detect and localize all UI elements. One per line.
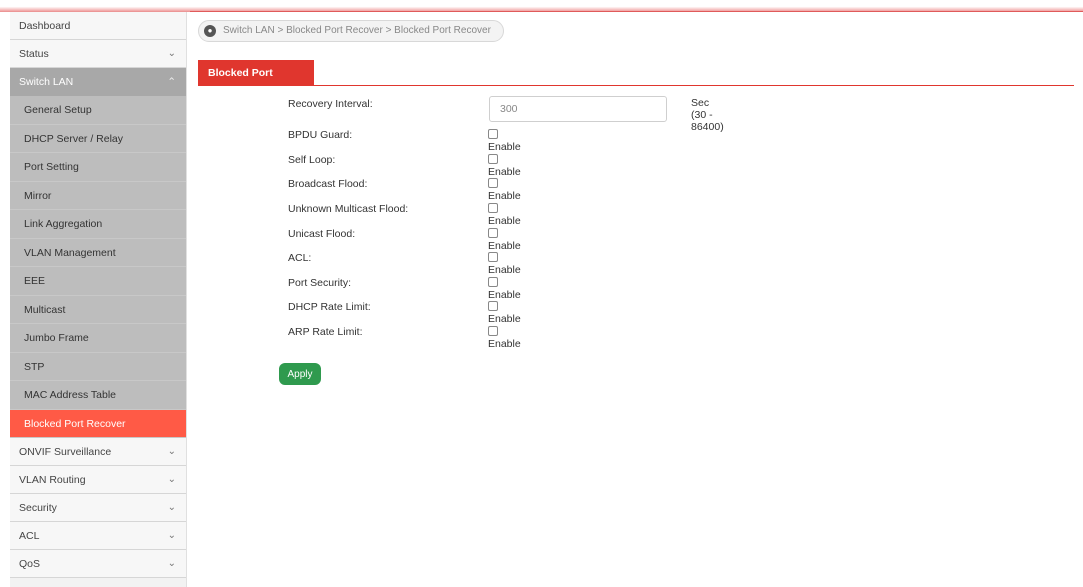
breadcrumb-text: Switch LAN > Blocked Port Recover > Bloc…: [223, 25, 491, 36]
self-loop-label: Self Loop:: [288, 154, 336, 166]
checkbox-icon: [488, 301, 498, 311]
sidebar-item-label: Dashboard: [19, 20, 71, 32]
unknown-multicast-flood-label: Unknown Multicast Flood:: [288, 203, 409, 215]
chevron-down-icon: ⌄: [167, 446, 176, 457]
sidebar-item-label: Security: [19, 502, 57, 514]
sidebar-item-dashboard[interactable]: Dashboard: [10, 12, 186, 40]
checkbox-label: Enable: [488, 289, 521, 301]
recovery-interval-input[interactable]: [489, 96, 667, 122]
dhcp-rate-limit-enable-checkbox[interactable]: Enable: [488, 301, 521, 325]
sidebar: Dashboard Status ⌄ Switch LAN ⌃ General …: [10, 12, 187, 587]
sidebar-item-label: ONVIF Surveillance: [19, 446, 112, 458]
location-pin-icon: ●: [204, 25, 216, 37]
sidebar-item-mirror[interactable]: Mirror: [10, 181, 186, 210]
unicast-flood-enable-checkbox[interactable]: Enable: [488, 228, 521, 252]
sidebar-item-jumbo-frame[interactable]: Jumbo Frame: [10, 324, 186, 353]
chevron-down-icon: ⌄: [167, 530, 176, 541]
checkbox-icon: [488, 277, 498, 287]
sidebar-item-stp[interactable]: STP: [10, 352, 186, 381]
checkbox-icon: [488, 154, 498, 164]
checkbox-icon: [488, 129, 498, 139]
broadcast-flood-label: Broadcast Flood:: [288, 178, 368, 190]
sidebar-item-blocked-port-recover[interactable]: Blocked Port Recover: [10, 409, 186, 438]
chevron-down-icon: ⌄: [167, 474, 176, 485]
acl-enable-checkbox[interactable]: Enable: [488, 252, 521, 276]
sidebar-item-link-aggregation[interactable]: Link Aggregation: [10, 210, 186, 239]
arp-rate-limit-label: ARP Rate Limit:: [288, 326, 363, 338]
port-security-label: Port Security:: [288, 277, 352, 289]
self-loop-enable-checkbox[interactable]: Enable: [488, 154, 521, 178]
sidebar-item-label: Switch LAN: [19, 76, 74, 88]
unknown-multicast-flood-enable-checkbox[interactable]: Enable: [488, 203, 521, 227]
checkbox-label: Enable: [488, 240, 521, 252]
top-accent-line: [0, 0, 1083, 12]
dhcp-rate-limit-label: DHCP Rate Limit:: [288, 301, 371, 313]
bpdu-guard-label: BPDU Guard:: [288, 129, 353, 141]
sidebar-item-general-setup[interactable]: General Setup: [10, 96, 186, 125]
apply-button[interactable]: Apply: [279, 363, 321, 385]
unicast-flood-label: Unicast Flood:: [288, 228, 356, 240]
arp-rate-limit-enable-checkbox[interactable]: Enable: [488, 326, 521, 350]
checkbox-icon: [488, 228, 498, 238]
checkbox-label: Enable: [488, 141, 521, 153]
sidebar-item-dhcp-server-relay[interactable]: DHCP Server / Relay: [10, 124, 186, 153]
sidebar-item-label: QoS: [19, 558, 41, 570]
checkbox-label: Enable: [488, 190, 521, 202]
checkbox-label: Enable: [488, 338, 521, 350]
recovery-interval-label: Recovery Interval:: [288, 98, 373, 110]
sidebar-item-vlan-routing[interactable]: VLAN Routing ⌄: [10, 466, 186, 494]
checkbox-icon: [488, 252, 498, 262]
chevron-down-icon: ⌄: [167, 558, 176, 569]
checkbox-label: Enable: [488, 313, 521, 325]
checkbox-icon: [488, 203, 498, 213]
recovery-interval-range: Sec (30 - 86400): [691, 97, 724, 133]
sidebar-item-eee[interactable]: EEE: [10, 267, 186, 296]
checkbox-label: Enable: [488, 264, 521, 276]
checkbox-label: Enable: [488, 166, 521, 178]
sidebar-item-vlan-management[interactable]: VLAN Management: [10, 238, 186, 267]
chevron-down-icon: ⌄: [167, 502, 176, 513]
sidebar-item-port-setting[interactable]: Port Setting: [10, 153, 186, 182]
broadcast-flood-enable-checkbox[interactable]: Enable: [488, 178, 521, 202]
sidebar-item-security[interactable]: Security ⌄: [10, 494, 186, 522]
checkbox-label: Enable: [488, 215, 521, 227]
bpdu-guard-enable-checkbox[interactable]: Enable: [488, 129, 521, 153]
sidebar-item-mac-address-table[interactable]: MAC Address Table: [10, 381, 186, 410]
port-security-enable-checkbox[interactable]: Enable: [488, 277, 521, 301]
chevron-up-icon: ⌃: [167, 76, 176, 88]
sidebar-item-acl[interactable]: ACL ⌄: [10, 522, 186, 550]
sidebar-item-label: Status: [19, 48, 49, 60]
chevron-down-icon: ⌄: [167, 48, 176, 59]
sidebar-item-label: ACL: [19, 530, 40, 542]
sidebar-item-onvif-surveillance[interactable]: ONVIF Surveillance ⌄: [10, 438, 186, 466]
sidebar-item-label: VLAN Routing: [19, 474, 86, 486]
acl-label: ACL:: [288, 252, 312, 264]
sidebar-item-qos[interactable]: QoS ⌄: [10, 550, 186, 578]
tab-bar: Blocked Port Recover: [198, 60, 1074, 105]
tab-blocked-port-recover[interactable]: Blocked Port Recover: [198, 60, 314, 105]
checkbox-icon: [488, 326, 498, 336]
breadcrumb: ● Switch LAN > Blocked Port Recover > Bl…: [198, 20, 504, 42]
checkbox-icon: [488, 178, 498, 188]
sidebar-item-multicast[interactable]: Multicast: [10, 295, 186, 324]
sidebar-item-switch-lan[interactable]: Switch LAN ⌃: [10, 68, 186, 96]
sidebar-item-status[interactable]: Status ⌄: [10, 40, 186, 68]
